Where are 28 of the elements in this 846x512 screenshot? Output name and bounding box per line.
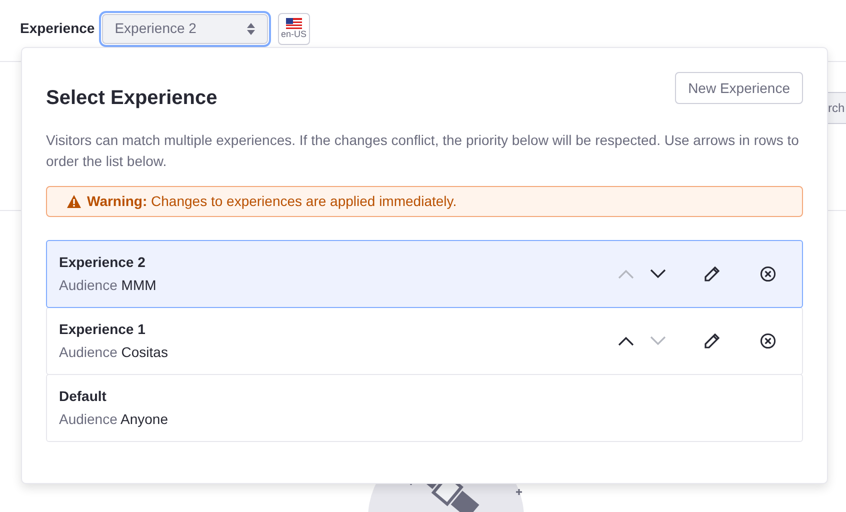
pencil-icon <box>704 333 720 349</box>
locale-button[interactable]: en-US <box>278 12 310 44</box>
warning-text: Warning: Changes to experiences are applied immediately. <box>87 192 457 211</box>
new-experience-button[interactable]: New Experience <box>675 72 803 104</box>
audience-text: Audience MMM <box>59 276 158 295</box>
experience-row[interactable]: Experience 2 Audience MMM <box>46 240 803 308</box>
close-circle-icon <box>760 266 776 282</box>
search-button[interactable]: rch <box>828 92 846 124</box>
audience-text: Audience Anyone <box>59 410 169 429</box>
chevron-up-icon <box>618 336 634 346</box>
experience-name: Experience 1 <box>59 320 146 339</box>
pencil-icon <box>704 266 720 282</box>
experience-name: Default <box>59 387 108 406</box>
experience-name: Experience 2 <box>59 253 146 272</box>
experience-select[interactable]: Experience 2 <box>102 14 268 44</box>
experience-row[interactable]: Experience 1 Audience Cositas <box>46 307 803 375</box>
warning-icon <box>67 195 81 208</box>
audience-text: Audience Cositas <box>59 343 169 362</box>
close-circle-icon <box>760 333 776 349</box>
chevron-down-icon <box>650 336 666 346</box>
popover-title: Select Experience <box>46 86 218 111</box>
experience-row[interactable]: Default Audience Anyone <box>46 374 803 442</box>
flag-icon <box>286 18 302 29</box>
sort-caret-icon <box>246 22 255 34</box>
experience-label: Experience <box>20 19 95 38</box>
description-text: Visitors can match multiple experiences. If the changes conflict, the priority below will be respected. Use arrows in rows to order the list below. <box>46 131 800 171</box>
chevron-down-icon <box>650 269 666 279</box>
chevron-up-icon <box>618 269 634 279</box>
